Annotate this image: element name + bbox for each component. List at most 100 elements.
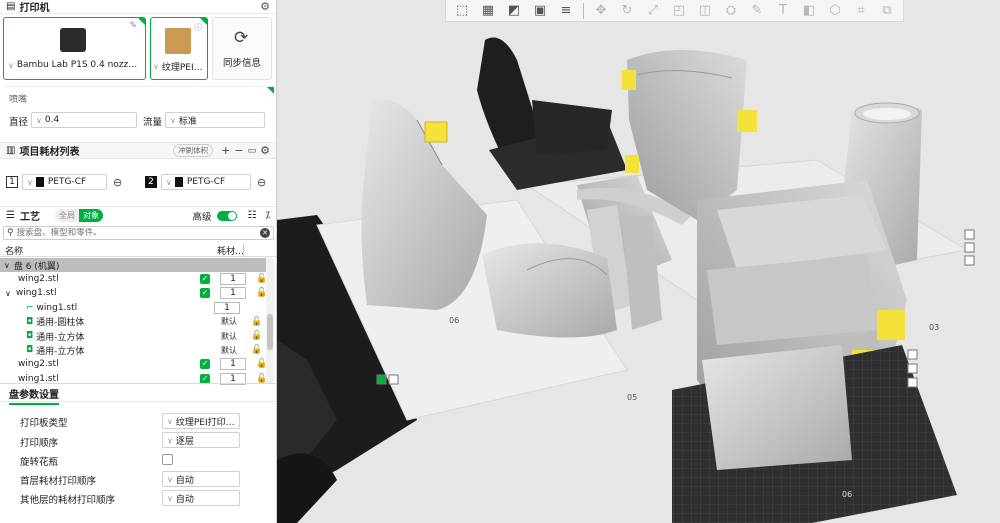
gear-icon[interactable]: ⚙: [260, 0, 270, 13]
filament-number[interactable]: 1: [220, 273, 246, 286]
compare-icon[interactable]: ⁒: [266, 210, 271, 221]
move-icon[interactable]: ✥: [589, 1, 613, 21]
edit-icon[interactable]: ✎: [129, 21, 137, 31]
param-label: 打印板类型: [20, 418, 68, 429]
add-plate-icon[interactable]: ▦: [476, 1, 500, 21]
printer-icon: ▤: [6, 1, 16, 12]
tree-row-value: 默认: [221, 345, 237, 355]
lay-on-face-icon[interactable]: ◰: [667, 1, 691, 21]
filament-number[interactable]: 1: [214, 301, 240, 314]
spiral-vase-checkbox[interactable]: [162, 454, 173, 465]
filament-name: PETG-CF: [47, 177, 87, 187]
auto-orient-icon[interactable]: ◩: [502, 1, 526, 21]
tree-plate-row[interactable]: ∨ 盘 6 (机翼): [0, 258, 266, 273]
filament-swatch: [35, 177, 44, 187]
tab-global[interactable]: 全局: [54, 209, 79, 222]
col-name: 名称: [5, 247, 24, 257]
plate-settings-panel: 盘参数设置 打印板类型 ∨ 纹理PEI打印… 打印顺序 ∨ 逐层 旋转花瓶 首层耗材…: [0, 383, 276, 523]
arrange-icon[interactable]: ▣: [528, 1, 552, 21]
plate-settings-tab[interactable]: 盘参数设置: [9, 386, 59, 405]
checkbox-icon[interactable]: ✓: [200, 288, 210, 299]
support-paint-icon[interactable]: ⛭: [719, 1, 743, 21]
print-sequence-select[interactable]: ∨ 逐层: [162, 432, 240, 448]
other-layer-order-select[interactable]: ∨ 自动: [162, 490, 240, 506]
advanced-toggle[interactable]: [216, 210, 237, 221]
filament-remove-icon[interactable]: ⊖: [113, 176, 122, 189]
flow-select[interactable]: ∨ 标准: [165, 112, 265, 128]
expand-icon[interactable]: ∨: [4, 261, 10, 270]
list-view-icon[interactable]: ☷: [248, 210, 257, 221]
support-block: [622, 70, 636, 90]
tree-row-name: wing2.stl: [18, 359, 59, 370]
rotate-icon[interactable]: ↻: [615, 1, 639, 21]
tree-scrollbar[interactable]: [266, 258, 274, 383]
add-icon[interactable]: +: [221, 144, 230, 157]
advanced-label: 高级: [192, 211, 212, 223]
tree-row[interactable]: ∨ wing1.stl ✓ 1 🔓: [0, 286, 267, 300]
flow-label: 流量: [143, 117, 163, 128]
search-box[interactable]: ⚲ ✕: [3, 226, 274, 240]
tree-row[interactable]: ◘ 通用-立方体 默认 🔓: [0, 343, 266, 357]
tree-row[interactable]: ⌐ wing1.stl 1: [0, 301, 266, 315]
lock-icon[interactable]: 🔓: [251, 345, 262, 355]
remove-icon[interactable]: −: [234, 144, 243, 157]
tab-object[interactable]: 对象: [78, 209, 103, 222]
plate-label-06-left: 06: [449, 316, 460, 325]
filament-list-icon: ▥: [6, 145, 16, 156]
mesh-boolean-icon[interactable]: ◧: [797, 1, 821, 21]
expand-icon[interactable]: ∨: [5, 289, 11, 298]
filament-select[interactable]: ∨ PETG-CF: [161, 174, 251, 190]
filament-item-1[interactable]: 1 ∨ PETG-CF ⊖: [6, 174, 122, 190]
text-icon[interactable]: T: [771, 1, 795, 21]
param-other-layer-order: 其他层的耗材打印顺序: [20, 492, 115, 506]
sync-label: 同步信息: [223, 58, 262, 69]
diameter-label: 直径: [9, 117, 29, 128]
plate-card[interactable]: ⓘ ∨ 纹理PEI…: [150, 17, 208, 80]
param-print-sequence: 打印顺序: [20, 435, 58, 449]
tree-row-name: wing1.stl: [36, 302, 78, 313]
filament-remove-icon[interactable]: ⊖: [257, 176, 266, 189]
plate-label-03: 03: [929, 323, 940, 332]
filament-settings-icon[interactable]: ⚙: [260, 144, 270, 157]
lock-icon[interactable]: 🔓: [251, 331, 262, 341]
lock-icon[interactable]: 🔓: [251, 317, 262, 327]
tree-row-name: wing1.stl: [15, 288, 57, 299]
first-layer-order-select[interactable]: ∨ 自动: [162, 471, 240, 487]
clear-search-icon[interactable]: ✕: [260, 228, 270, 238]
search-icon: ⚲: [7, 228, 14, 238]
model-left-tall[interactable]: [361, 99, 487, 311]
printer-card[interactable]: ✎ ∨ Bambu Lab P1S 0.4 nozz…: [3, 17, 146, 80]
3d-viewport[interactable]: 06 05 03 06 ⬚ ▦ ◩ ▣ ≡ ✥ ↻ ⤢ ◰ ◫ ⛭ ✎ T ◧ …: [277, 0, 1000, 523]
cut-icon[interactable]: ◫: [693, 1, 717, 21]
search-input[interactable]: [16, 228, 260, 238]
flush-volume-button[interactable]: 冲刷体积: [173, 144, 214, 157]
seam-paint-icon[interactable]: ✎: [745, 1, 769, 21]
tree-row[interactable]: wing2.stl ✓ 1 🔓: [0, 357, 267, 371]
layers-icon[interactable]: ⧉: [875, 1, 899, 21]
support-block: [424, 121, 448, 143]
filament-number[interactable]: 1: [220, 358, 246, 371]
info-icon[interactable]: ⓘ: [194, 22, 202, 33]
scene-canvas[interactable]: [277, 0, 1000, 523]
filament-sync-icon[interactable]: ▭: [248, 146, 257, 156]
filament-item-2[interactable]: 2 ∨ PETG-CF ⊖: [145, 174, 266, 190]
checkbox-icon[interactable]: ✓: [200, 274, 210, 285]
filament-index: 2: [145, 176, 157, 188]
plate-type-select[interactable]: ∨ 纹理PEI打印…: [162, 413, 240, 429]
diameter-select[interactable]: ∨ 0.4: [31, 112, 137, 128]
plate-label-06-right: 06: [842, 490, 853, 499]
tree-row[interactable]: ◘ 通用-立方体 默认 🔓: [0, 329, 266, 343]
tree-row[interactable]: ◘ 通用-圆柱体 默认 🔓: [0, 315, 266, 329]
param-value: 纹理PEI打印…: [175, 417, 235, 428]
scale-icon[interactable]: ⤢: [641, 1, 665, 21]
filament-select[interactable]: ∨ PETG-CF: [22, 174, 107, 190]
plate-label: 盘 6 (机翼): [13, 261, 60, 272]
filament-number[interactable]: 1: [220, 287, 246, 300]
split-icon[interactable]: ≡: [554, 1, 578, 21]
checkbox-icon[interactable]: ✓: [200, 359, 210, 370]
tree-row[interactable]: wing2.stl ✓ 1 🔓: [0, 272, 267, 286]
measure-icon[interactable]: ⌗: [849, 1, 873, 21]
assembly-icon[interactable]: ⬡: [823, 1, 847, 21]
sync-button[interactable]: ⟳ 同步信息: [212, 17, 272, 80]
add-object-icon[interactable]: ⬚: [450, 1, 474, 21]
